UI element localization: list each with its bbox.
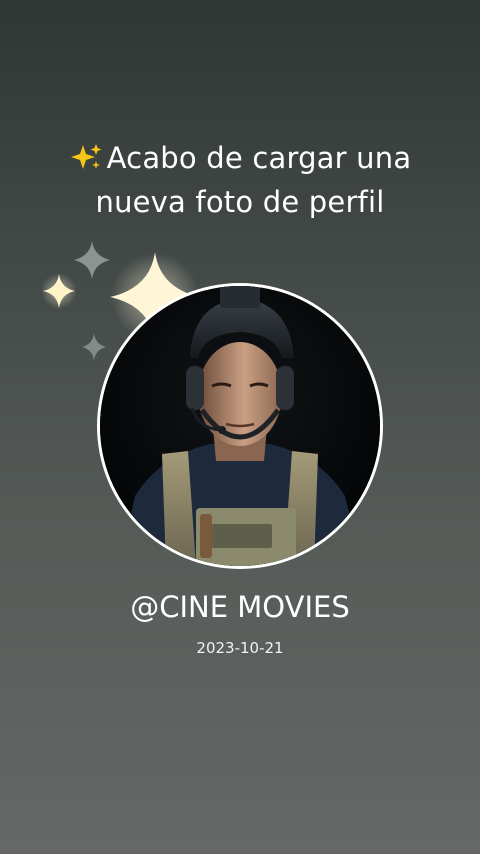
post-title: Acabo de cargar una nueva foto de perfil — [0, 136, 480, 224]
post-date: 2023-10-21 — [196, 639, 284, 657]
profile-handle[interactable]: @CINE MOVIES — [0, 586, 480, 628]
small-sparkle-icon — [41, 273, 77, 309]
faded-sparkle-icon-top — [74, 241, 110, 279]
post-title-line-2: nueva foto de perfil — [95, 185, 385, 219]
sparkles-icon — [70, 144, 102, 169]
profile-avatar[interactable] — [100, 286, 380, 566]
post-title-line-1: Acabo de cargar una — [0, 136, 480, 180]
avatar-photo — [100, 286, 380, 566]
faded-sparkle-icon-bottom — [82, 333, 106, 361]
post-title-line-1-text: Acabo de cargar una — [106, 141, 412, 175]
